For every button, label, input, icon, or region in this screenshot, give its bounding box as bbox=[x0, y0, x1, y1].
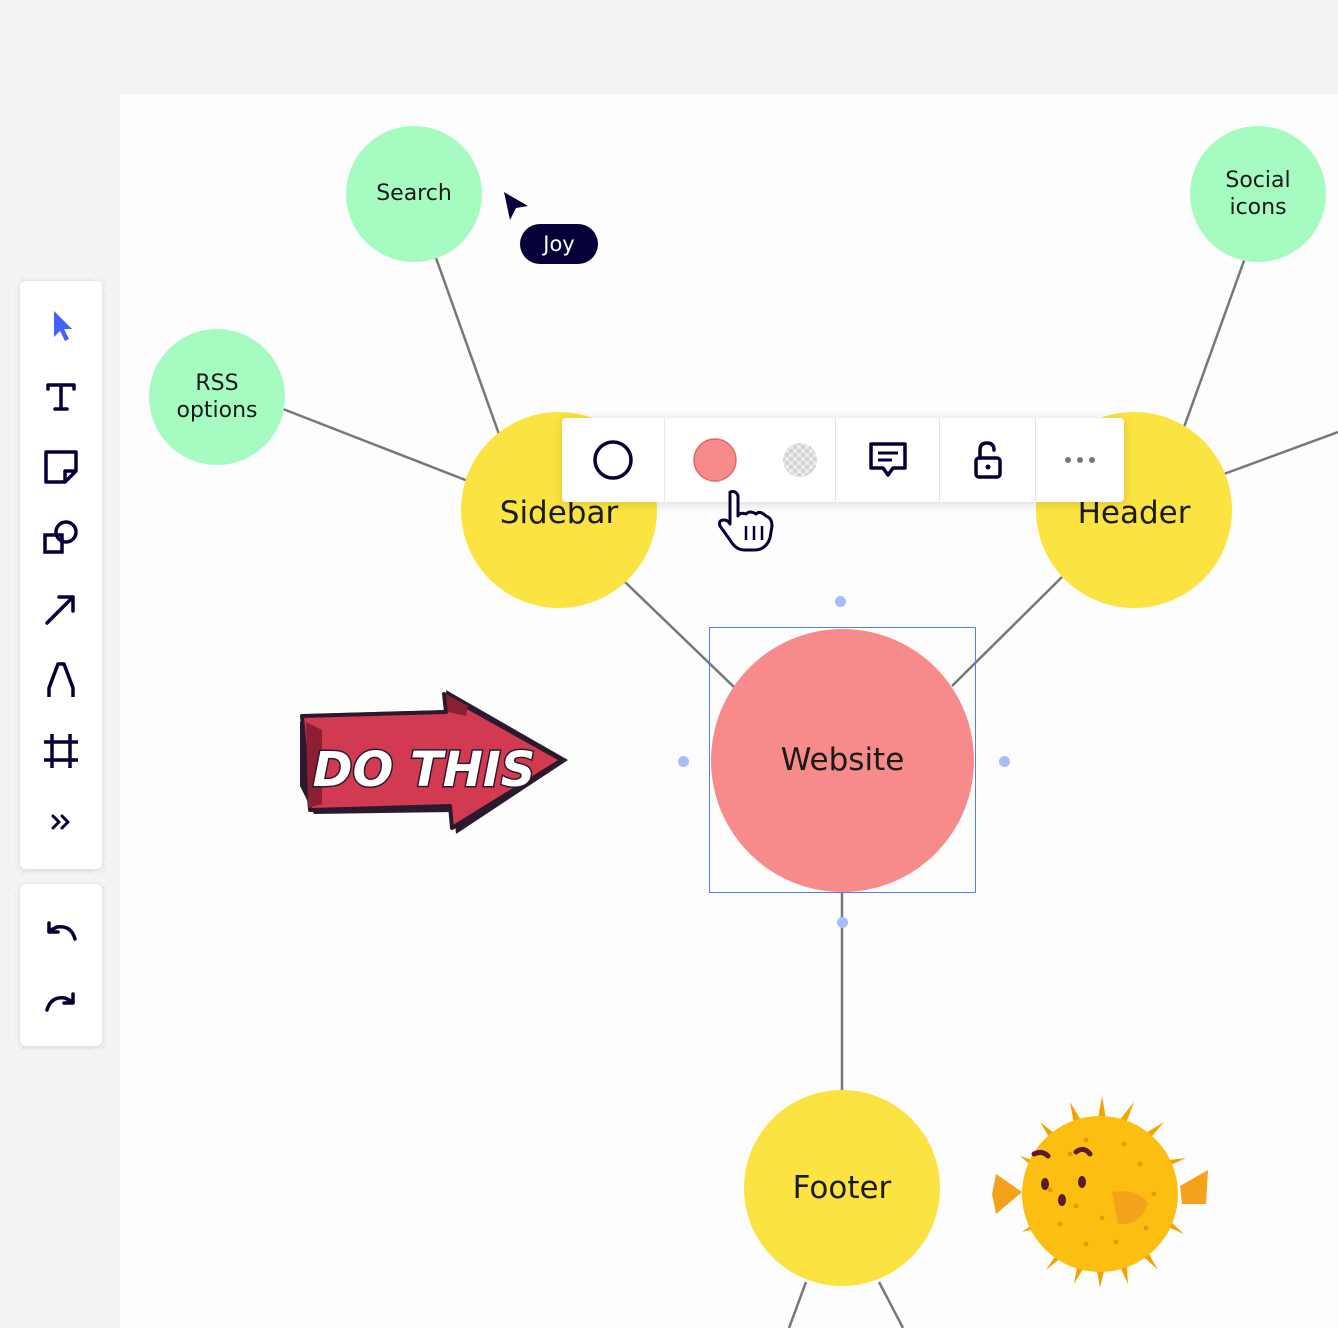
pen-icon bbox=[47, 662, 75, 697]
node-label: Search bbox=[376, 181, 452, 207]
node-social-icons[interactable]: Social icons bbox=[1190, 126, 1326, 262]
tool-more[interactable] bbox=[41, 802, 81, 842]
tool-text[interactable] bbox=[41, 376, 81, 416]
node-label: Footer bbox=[792, 1169, 892, 1206]
connection-handle-left[interactable] bbox=[678, 756, 689, 767]
pufferfish-sticker[interactable] bbox=[990, 1094, 1212, 1290]
context-toolbar bbox=[562, 418, 1124, 502]
more-tools-icon bbox=[51, 814, 70, 830]
node-label: RSS options bbox=[176, 370, 258, 424]
shape-type-button[interactable] bbox=[562, 418, 664, 502]
node-footer[interactable]: Footer bbox=[744, 1090, 940, 1286]
tool-select[interactable] bbox=[41, 305, 81, 345]
tool-shapes[interactable] bbox=[41, 518, 81, 558]
undo-icon bbox=[47, 921, 77, 941]
connection-handle-top[interactable] bbox=[835, 596, 846, 607]
shapes-icon bbox=[43, 520, 78, 554]
collaborator-name-tag: Joy bbox=[520, 224, 598, 264]
do-this-sticker[interactable]: DO THIS bbox=[296, 686, 570, 838]
more-options-button[interactable] bbox=[1036, 418, 1124, 502]
shape-type-circle-icon bbox=[593, 440, 633, 480]
arrow-icon bbox=[45, 595, 75, 625]
tool-pen[interactable] bbox=[41, 660, 81, 700]
lock-icon bbox=[973, 441, 1002, 479]
node-label: Social icons bbox=[1225, 167, 1291, 221]
lock-button[interactable] bbox=[940, 418, 1035, 502]
select-icon bbox=[54, 311, 72, 341]
connection-handle-right[interactable] bbox=[999, 756, 1010, 767]
sticky-note-icon bbox=[44, 450, 78, 484]
tool-sticky-note[interactable] bbox=[41, 447, 81, 487]
tool-frame[interactable] bbox=[41, 731, 81, 771]
hand-pointer-cursor bbox=[714, 488, 778, 554]
undo-button[interactable] bbox=[41, 911, 81, 951]
collaborator-cursor bbox=[500, 190, 532, 222]
tool-connection-line[interactable] bbox=[41, 589, 81, 629]
more-icon bbox=[1065, 457, 1095, 463]
selection-box[interactable] bbox=[709, 627, 976, 893]
fill-color-swatch bbox=[693, 438, 737, 482]
sticker-text: DO THIS bbox=[313, 742, 536, 798]
connection-handle-bottom[interactable] bbox=[837, 917, 848, 928]
history-toolbar bbox=[20, 884, 102, 1046]
comment-icon bbox=[868, 442, 907, 477]
text-icon bbox=[46, 383, 76, 411]
border-color-swatch bbox=[783, 443, 817, 477]
comment-button[interactable] bbox=[836, 418, 939, 502]
redo-button[interactable] bbox=[41, 982, 81, 1022]
node-rss-options[interactable]: RSS options bbox=[149, 329, 285, 465]
collaborator-name: Joy bbox=[543, 232, 575, 256]
redo-icon bbox=[45, 992, 75, 1012]
frame-icon bbox=[44, 734, 78, 768]
creation-toolbar bbox=[20, 281, 102, 869]
node-search[interactable]: Search bbox=[346, 126, 482, 262]
